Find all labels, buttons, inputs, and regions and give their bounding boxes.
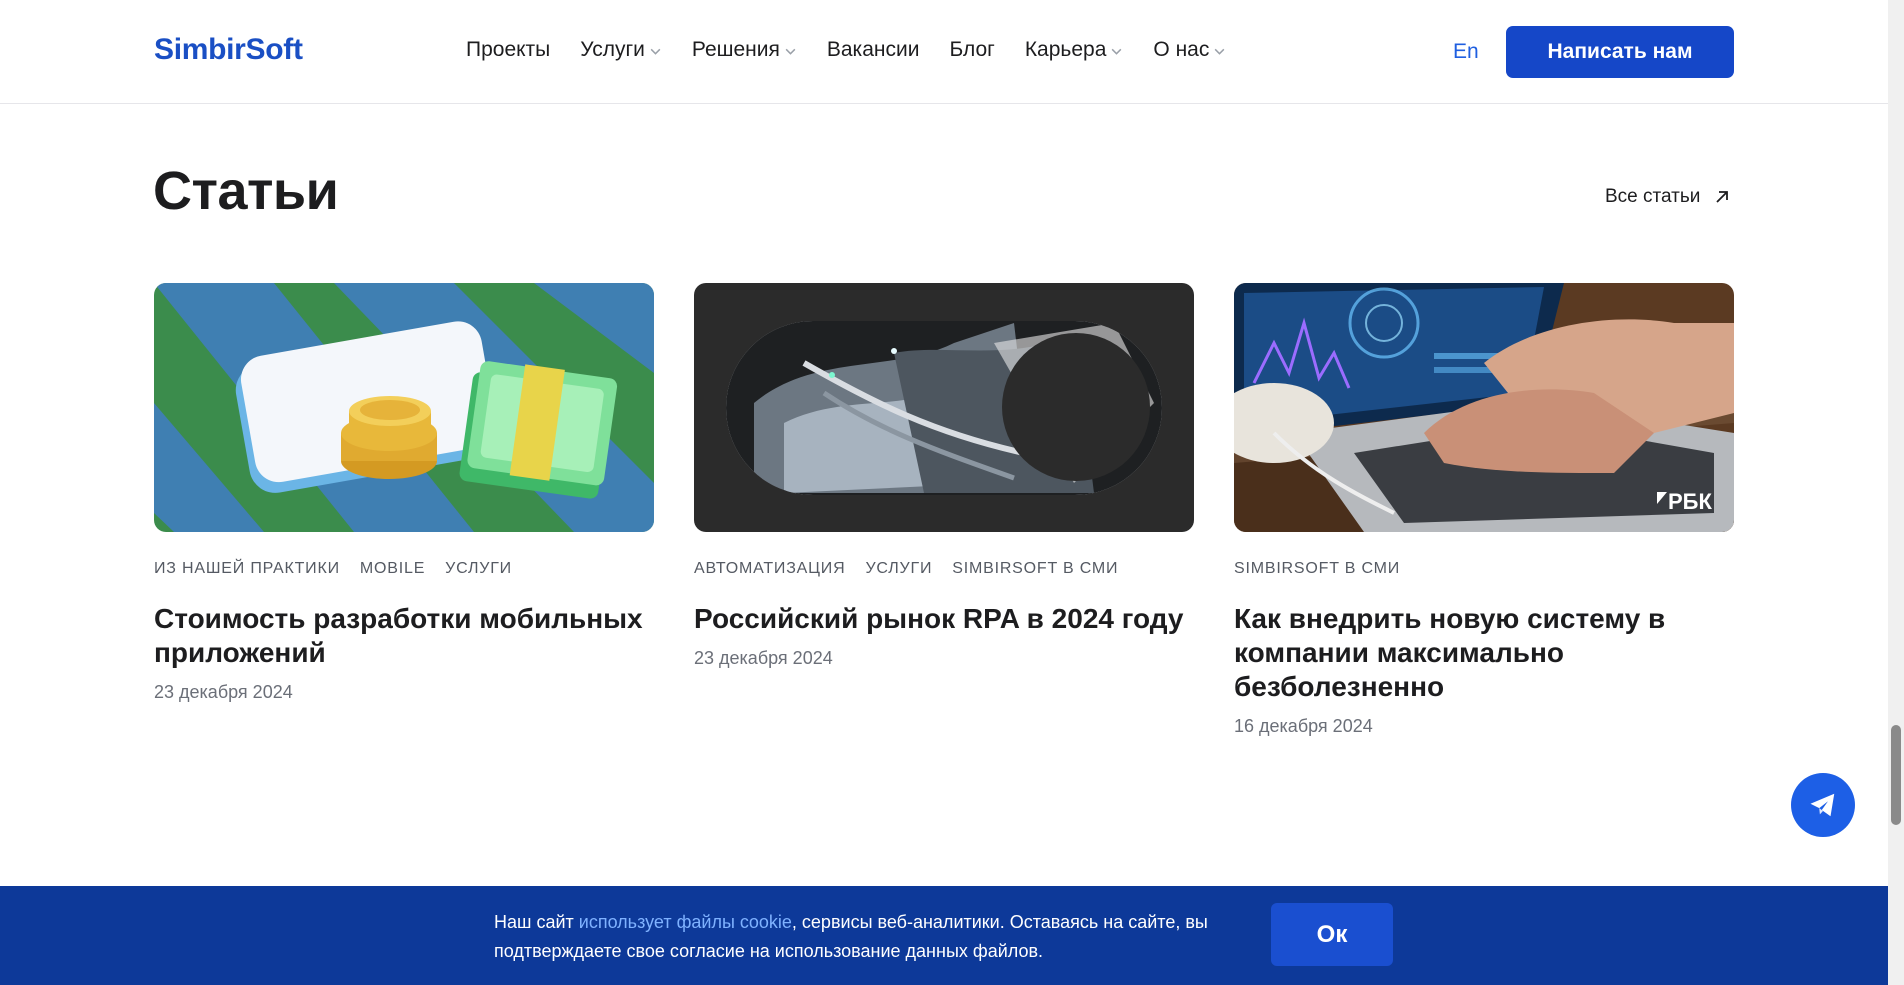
cookie-policy-link[interactable]: использует файлы cookie: [579, 912, 792, 932]
nav-label: Вакансии: [826, 38, 920, 61]
article-title[interactable]: Российский рынок RPA в 2024 году: [694, 602, 1194, 636]
arrow-up-right-icon: [1716, 191, 1729, 203]
cookie-banner: Наш сайт использует файлы cookie, сервис…: [0, 886, 1888, 985]
chevron-down-icon: [785, 48, 796, 55]
language-switch[interactable]: En: [1453, 40, 1479, 64]
contact-button[interactable]: Написать нам: [1506, 26, 1734, 78]
article-tag[interactable]: SIMBIRSOFT В СМИ: [952, 560, 1118, 580]
cookie-text-start: Наш сайт: [494, 912, 579, 932]
nav-label: Блог: [949, 38, 995, 61]
article-title[interactable]: Стоимость разработки мобильных приложени…: [154, 602, 654, 670]
article-image[interactable]: РБК: [1234, 283, 1734, 532]
article-tag[interactable]: SIMBIRSOFT В СМИ: [1234, 560, 1400, 580]
nav-label: Карьера: [1024, 38, 1107, 61]
nav-label: О нас: [1153, 38, 1210, 61]
telegram-icon: [1810, 793, 1835, 817]
site-header: SimbirSoft Проекты Услуги Решения Ваканс…: [0, 0, 1888, 104]
chevron-down-icon: [650, 48, 661, 55]
nav-item-projects[interactable]: Проекты: [466, 38, 550, 62]
nav-item-about[interactable]: О нас: [1153, 38, 1226, 62]
article-tag[interactable]: АВТОМАТИЗАЦИЯ: [694, 560, 845, 580]
chevron-down-icon: [1112, 48, 1122, 55]
scrollbar[interactable]: [1888, 0, 1904, 985]
chevron-down-icon: [1214, 48, 1225, 55]
article-tags: ИЗ НАШЕЙ ПРАКТИКИ MOBILE УСЛУГИ: [154, 560, 654, 580]
nav-label: Услуги: [580, 38, 645, 61]
rbk-badge: РБК: [1668, 489, 1712, 514]
article-date: 23 декабря 2024: [154, 682, 293, 702]
article-date: 23 декабря 2024: [694, 648, 833, 668]
nav-item-solutions[interactable]: Решения: [692, 38, 797, 62]
article-card[interactable]: ИЗ НАШЕЙ ПРАКТИКИ MOBILE УСЛУГИ Стоимост…: [154, 283, 654, 703]
article-tag[interactable]: MOBILE: [360, 560, 425, 580]
article-date: 16 декабря 2024: [1234, 716, 1373, 736]
article-card[interactable]: АВТОМАТИЗАЦИЯ УСЛУГИ SIMBIRSOFT В СМИ Ро…: [694, 283, 1194, 669]
article-tag[interactable]: УСЛУГИ: [865, 560, 932, 580]
cookie-text: Наш сайт использует файлы cookie, сервис…: [494, 908, 1214, 966]
section-title: Статьи: [153, 161, 339, 221]
article-tag[interactable]: УСЛУГИ: [445, 560, 512, 580]
telegram-button[interactable]: [1791, 773, 1855, 837]
nav-item-blog[interactable]: Блог: [949, 38, 994, 62]
article-tag[interactable]: ИЗ НАШЕЙ ПРАКТИКИ: [154, 560, 340, 580]
article-tags: АВТОМАТИЗАЦИЯ УСЛУГИ SIMBIRSOFT В СМИ: [694, 560, 1194, 580]
scrollbar-thumb[interactable]: [1891, 725, 1901, 825]
nav-item-career[interactable]: Карьера: [1025, 38, 1124, 62]
all-articles-label: Все статьи: [1605, 186, 1701, 207]
nav-item-vacancies[interactable]: Вакансии: [827, 38, 920, 62]
article-tags: SIMBIRSOFT В СМИ: [1234, 560, 1734, 580]
article-image[interactable]: [154, 283, 654, 532]
nav-label: Проекты: [466, 38, 551, 61]
logo[interactable]: SimbirSoft: [154, 33, 303, 67]
article-card[interactable]: РБК SIMBIRSOFT В СМИ Как внедрить новую …: [1234, 283, 1734, 737]
main-nav: Проекты Услуги Решения Вакансии Блог Кар…: [466, 38, 1256, 62]
nav-item-services[interactable]: Услуги: [580, 38, 662, 62]
all-articles-link[interactable]: Все статьи: [1605, 186, 1730, 208]
cookie-accept-button[interactable]: Ок: [1271, 903, 1393, 966]
article-image[interactable]: [694, 283, 1194, 532]
nav-label: Решения: [691, 38, 780, 61]
article-title[interactable]: Как внедрить новую систему в компании ма…: [1234, 602, 1674, 704]
